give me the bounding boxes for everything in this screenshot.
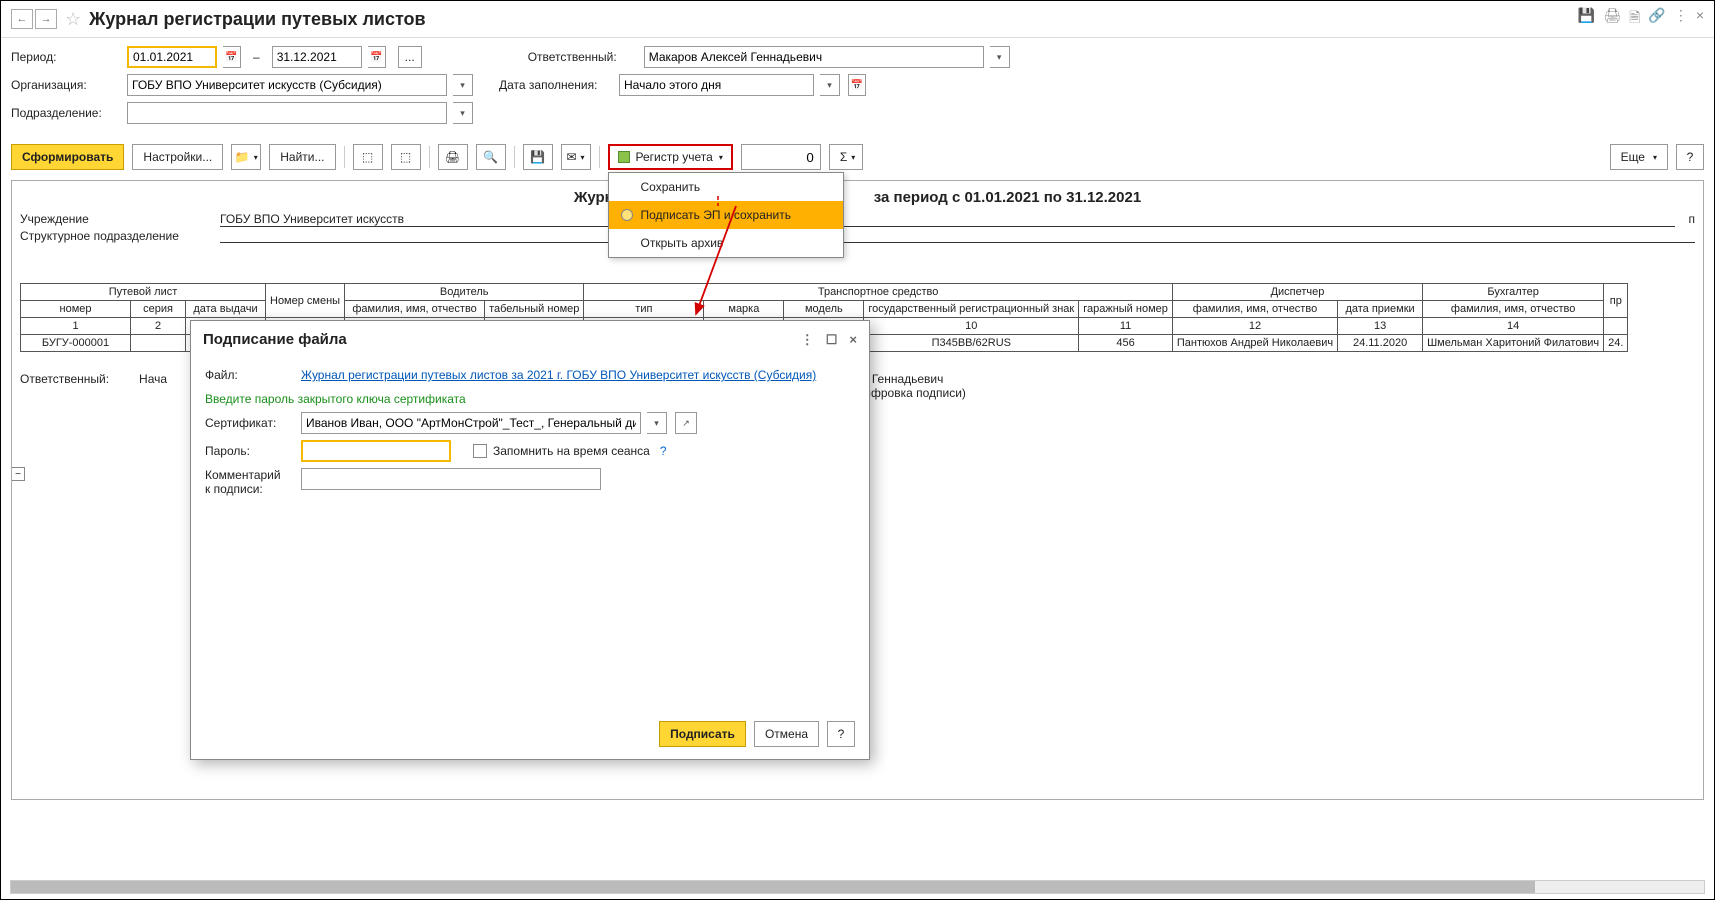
period-dialog-button[interactable]: ... <box>398 46 422 68</box>
registry-dropdown-menu: Сохранить Подписать ЭП и сохранить Откры… <box>608 172 844 258</box>
menu-sign-and-save[interactable]: Подписать ЭП и сохранить <box>609 201 843 229</box>
institution-label: Учреждение <box>20 212 220 227</box>
file-label: Файл: <box>205 368 295 382</box>
comment-label: Комментарийк подписи: <box>205 468 295 496</box>
dept-dropdown-icon[interactable]: ▾ <box>453 102 473 124</box>
responsible-label: Ответственный: <box>528 50 638 64</box>
registry-icon <box>618 151 630 163</box>
menu-open-archive[interactable]: Открыть архив <box>609 229 843 257</box>
collapse-all-button[interactable]: ⬚ <box>391 144 421 170</box>
save-variant-button[interactable]: 📁▾ <box>231 144 261 170</box>
institution-value: ГОБУ ВПО Университет искусств <box>220 212 1675 227</box>
link-icon[interactable]: 🔗 <box>1648 7 1665 31</box>
save-icon[interactable]: 💾 <box>1578 7 1595 31</box>
diskette-button[interactable]: 💾 <box>523 144 553 170</box>
registry-dropdown-button[interactable]: Регистр учета ▾ Сохранить Подписать ЭП и… <box>608 144 733 170</box>
help-button[interactable]: ? <box>1676 144 1704 170</box>
menu-save[interactable]: Сохранить <box>609 173 843 201</box>
file-link[interactable]: Журнал регистрации путевых листов за 202… <box>301 368 816 382</box>
cert-label: Сертификат: <box>205 416 295 430</box>
remember-checkbox[interactable] <box>473 444 487 458</box>
cert-input[interactable] <box>301 412 641 434</box>
remember-help-icon[interactable]: ? <box>660 444 667 458</box>
dialog-kebab-icon[interactable]: ⋮ <box>801 332 814 348</box>
fill-date-dropdown-icon[interactable]: ▾ <box>820 74 840 96</box>
sign-file-dialog: Подписание файла ⋮ ☐ × Файл: Журнал реги… <box>190 320 870 760</box>
preview-button[interactable]: 🔍 <box>476 144 506 170</box>
dialog-hint: Введите пароль закрытого ключа сертифика… <box>205 392 855 406</box>
sigma-button[interactable]: Σ▾ <box>829 144 863 170</box>
dept-label: Подразделение: <box>11 106 121 120</box>
favorite-star-icon[interactable]: ☆ <box>65 9 81 30</box>
settings-button[interactable]: Настройки... <box>132 144 223 170</box>
chevron-down-icon: ▾ <box>719 153 723 162</box>
period-label: Период: <box>11 50 121 64</box>
dialog-help-button[interactable]: ? <box>827 721 855 747</box>
more-button[interactable]: Еще▾ <box>1610 144 1668 170</box>
cancel-button[interactable]: Отмена <box>754 721 819 747</box>
report-title: Журнза период с 01.01.2021 по 31.12.2021 <box>20 189 1695 206</box>
form-button[interactable]: Сформировать <box>11 144 124 170</box>
dialog-maximize-icon[interactable]: ☐ <box>826 332 838 348</box>
page-title: Журнал регистрации путевых листов <box>89 9 425 30</box>
fill-date-label: Дата заполнения: <box>499 78 613 92</box>
horizontal-scrollbar[interactable] <box>10 880 1705 894</box>
pwd-label: Пароль: <box>205 444 295 458</box>
responsible-dropdown-icon[interactable]: ▾ <box>990 46 1010 68</box>
date-from-input[interactable] <box>127 46 217 68</box>
date-from-calendar-icon[interactable]: 📅 <box>223 46 241 68</box>
responsible-input[interactable] <box>644 46 984 68</box>
print-icon[interactable]: 🖨 <box>1603 7 1621 31</box>
mail-button[interactable]: ✉▾ <box>561 144 591 170</box>
org-label: Организация: <box>11 78 121 92</box>
sign-button[interactable]: Подписать <box>659 721 746 747</box>
responsible-label: Ответственный: <box>20 372 109 386</box>
remember-label: Запомнить на время сеанса <box>493 444 650 458</box>
fill-date-input[interactable] <box>619 74 814 96</box>
dialog-close-icon[interactable]: × <box>849 332 857 348</box>
fill-date-calendar-icon[interactable]: 📅 <box>848 74 866 96</box>
struct-dept-label: Структурное подразделение <box>20 229 220 243</box>
forward-button[interactable]: → <box>35 9 57 29</box>
kebab-menu-icon[interactable]: ⋮ <box>1674 7 1688 31</box>
dept-input[interactable] <box>127 102 447 124</box>
counter-field[interactable] <box>741 144 821 170</box>
cert-dropdown-icon[interactable]: ▾ <box>647 412 667 434</box>
close-icon[interactable]: × <box>1696 7 1704 31</box>
comment-input[interactable] <box>301 468 601 490</box>
password-input[interactable] <box>301 440 451 462</box>
expand-all-button[interactable]: ⬚ <box>353 144 383 170</box>
back-button[interactable]: ← <box>11 9 33 29</box>
date-to-calendar-icon[interactable]: 📅 <box>368 46 386 68</box>
find-button[interactable]: Найти... <box>269 144 335 170</box>
org-dropdown-icon[interactable]: ▾ <box>453 74 473 96</box>
preview-icon[interactable]: 🗎 <box>1629 7 1640 31</box>
collapse-toggle[interactable]: − <box>11 467 25 481</box>
seal-icon <box>621 209 633 221</box>
org-input[interactable] <box>127 74 447 96</box>
print-button[interactable]: 🖨 <box>438 144 468 170</box>
cert-open-icon[interactable]: ↗ <box>675 412 697 434</box>
dialog-title: Подписание файла <box>203 331 347 348</box>
date-to-input[interactable] <box>272 46 362 68</box>
